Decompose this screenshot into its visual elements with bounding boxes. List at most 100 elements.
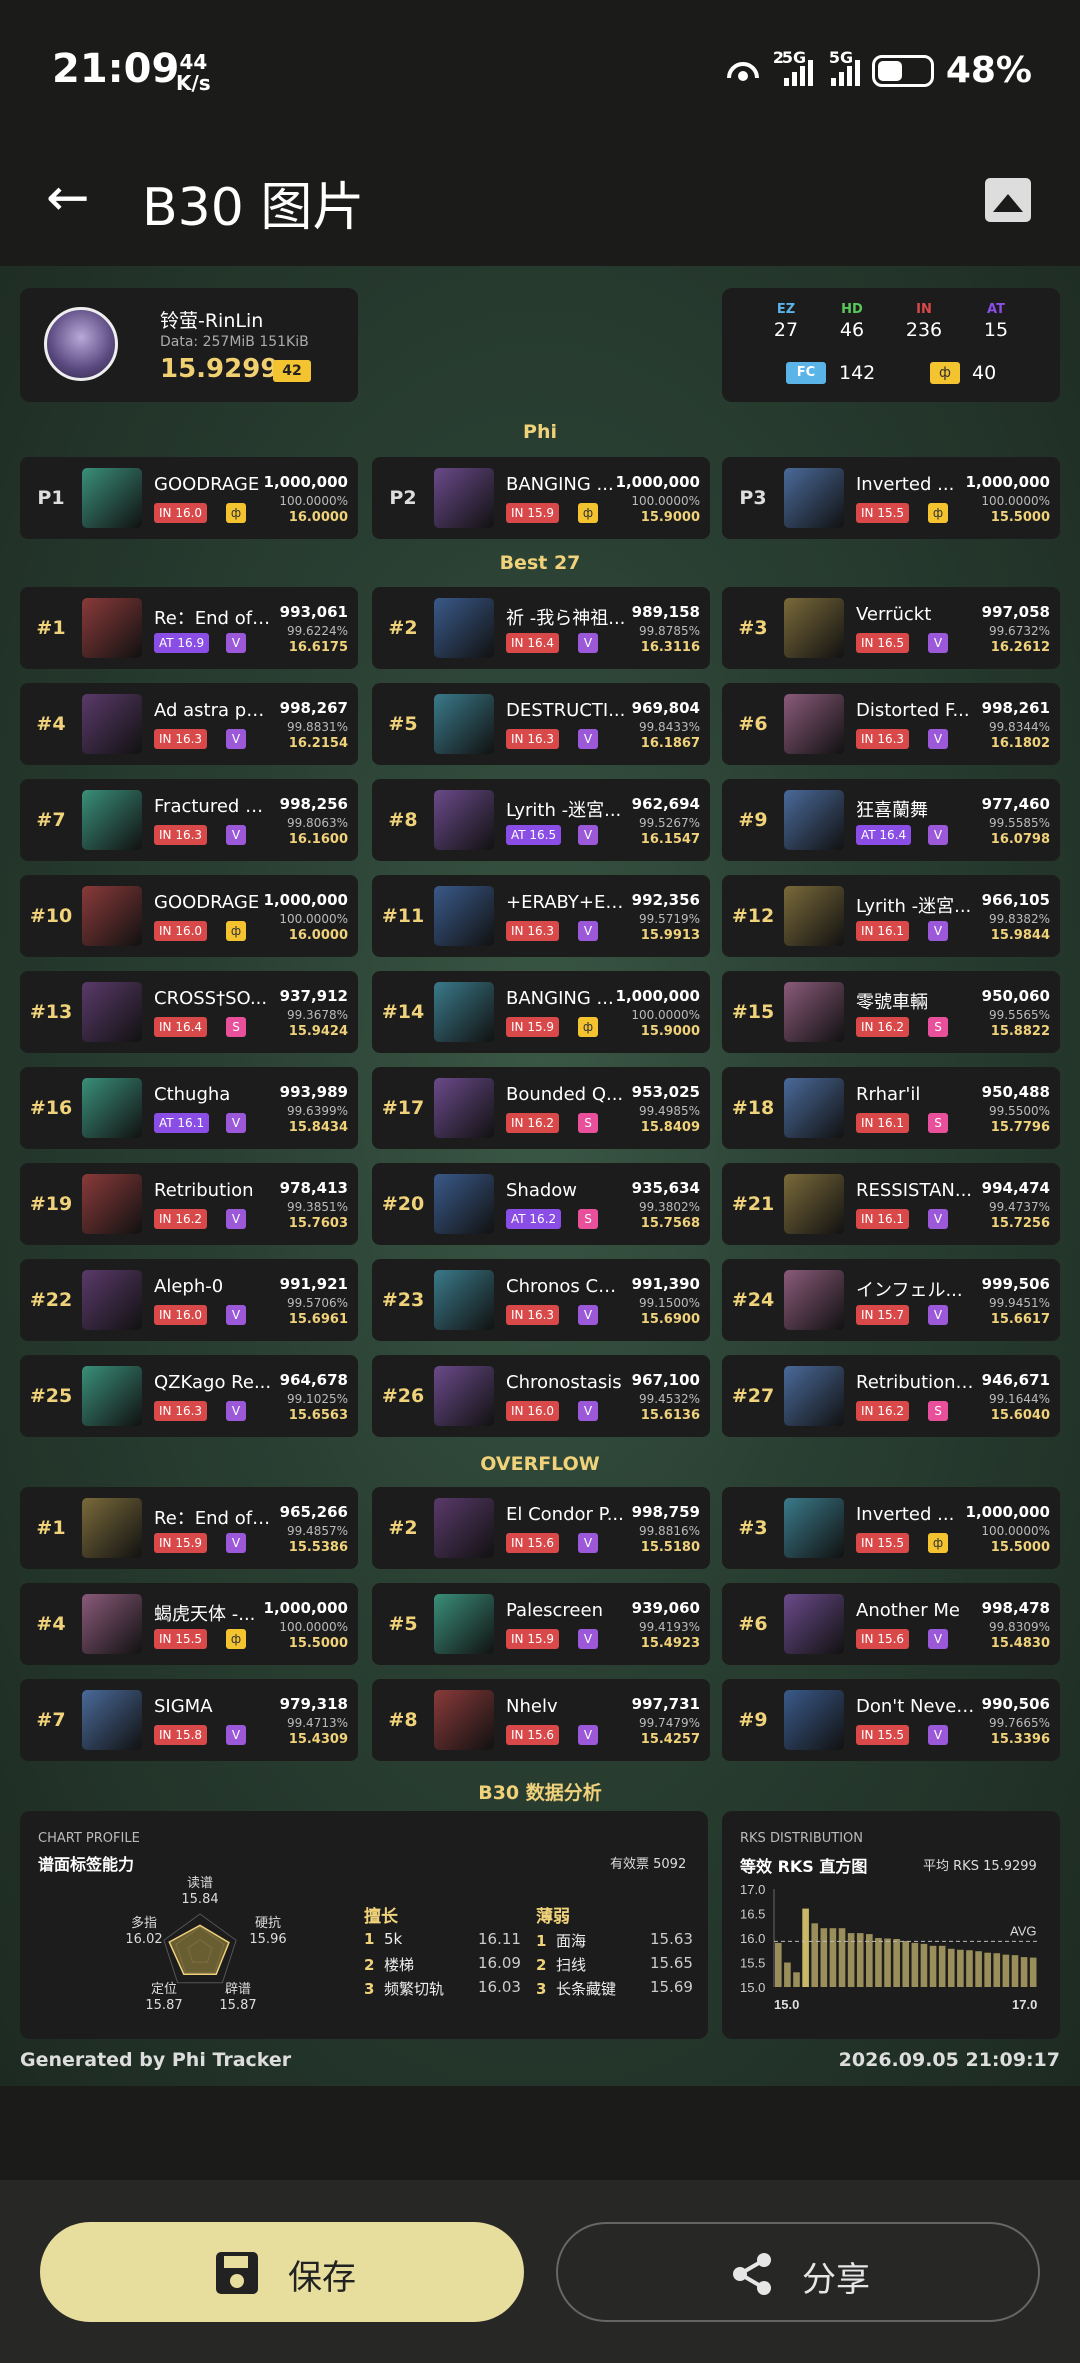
song-name: Chronostasis (506, 1372, 622, 1393)
grade-badge: V (578, 825, 598, 845)
song-jacket (434, 982, 494, 1042)
song-score: 998,478 (981, 1599, 1050, 1617)
overflow-tile[interactable]: #8 Nhelv 997,731 99.7479% 15.4257 IN 15.6 V (372, 1679, 710, 1761)
song-rank: #6 (738, 713, 768, 735)
best-tile[interactable]: #10 GOODRAGE 1,000,000 100.0000% 16.0000 IN 1… (20, 875, 358, 957)
best-tile[interactable]: #7 Fractured A... 998,256 99.8063% 16.1600 IN… (20, 779, 358, 861)
image-icon[interactable] (985, 178, 1031, 222)
signal-icon: 2 (773, 48, 784, 86)
best-tile[interactable]: #8 Lyrith -迷宮... 962,694 99.5267% 16.1547 AT … (372, 779, 710, 861)
song-jacket (82, 790, 142, 850)
difficulty-badge: IN 15.6 (506, 1533, 560, 1553)
best-tile[interactable]: #18 Rrhar'il 950,488 99.5500% 15.7796 IN 16.1… (722, 1067, 1060, 1149)
song-rks: 16.0798 (990, 832, 1050, 847)
best-tile[interactable]: #19 Retribution 978,413 99.3851% 15.7603 IN 1… (20, 1163, 358, 1245)
grade-badge: V (928, 921, 948, 941)
section-analysis: B30 数据分析 (478, 1782, 602, 1804)
song-score: 998,256 (279, 795, 348, 813)
grade-badge: ф (226, 1629, 246, 1649)
best-tile[interactable]: #22 Aleph-0 991,921 99.5706% 15.6961 IN 16.0 V (20, 1259, 358, 1341)
song-acc: 99.8785% (638, 624, 700, 638)
song-acc: 99.5500% (988, 1104, 1050, 1118)
best-tile[interactable]: #1 Re：End of ... 993,061 99.6224% 16.6175 AT … (20, 587, 358, 669)
strong-tag-value: 16.09 (478, 1954, 521, 1972)
song-name: BANGING ... (506, 988, 614, 1009)
best-tile[interactable]: #4 Ad astra pe... 998,267 99.8831% 16.2154 IN… (20, 683, 358, 765)
best-tile[interactable]: #17 Bounded Q... 953,025 99.4985% 15.8409 IN … (372, 1067, 710, 1149)
overflow-tile[interactable]: #2 El Condor P... 998,759 99.8816% 15.5180 IN… (372, 1487, 710, 1569)
best-tile[interactable]: #20 Shadow 935,634 99.3802% 15.7568 AT 16.2 S (372, 1163, 710, 1245)
status-icons: 2 5G 5G 48% (723, 48, 1032, 91)
song-rks: 16.0000 (288, 510, 348, 525)
song-name: El Condor P... (506, 1504, 624, 1525)
radar-area (168, 1924, 230, 1976)
song-rks: 15.3396 (990, 1732, 1050, 1747)
best-tile[interactable]: #15 零號車輛 950,060 99.5565% 15.8822 IN 16.2 S (722, 971, 1060, 1053)
best-tile[interactable]: #11 +ERABY+E ... 992,356 99.5719% 15.9913 IN … (372, 875, 710, 957)
save-button[interactable]: 保存 (40, 2222, 524, 2322)
chart-profile-votes: 有效票 5092 (610, 1857, 687, 1872)
best-tile[interactable]: #3 Verrückt 997,058 99.6732% 16.2612 IN 16.5 V (722, 587, 1060, 669)
grade-badge: V (928, 1725, 948, 1745)
best-tile[interactable]: #12 Lyrith -迷宮... 966,105 99.8382% 15.9844 IN… (722, 875, 1060, 957)
song-score: 950,060 (981, 987, 1050, 1005)
grade-badge: V (226, 1725, 246, 1745)
song-score: 964,678 (279, 1371, 348, 1389)
best-tile[interactable]: #16 Cthugha 993,989 99.6399% 15.8434 AT 16.1 V (20, 1067, 358, 1149)
overflow-tile[interactable]: #3 Inverted ... 1,000,000 100.0000% 15.5000 I… (722, 1487, 1060, 1569)
best-tile[interactable]: #26 Chronostasis 967,100 99.4532% 15.6136 IN … (372, 1355, 710, 1437)
overflow-tile[interactable]: #6 Another Me 998,478 99.8309% 15.4830 IN 15.… (722, 1583, 1060, 1665)
best-tile[interactable]: #25 QZKago Re... 964,678 99.1025% 15.6563 IN … (20, 1355, 358, 1437)
overflow-tile[interactable]: #5 Palescreen 939,060 99.4193% 15.4923 IN 15.… (372, 1583, 710, 1665)
best-tile[interactable]: #13 CROSS†SO... 937,912 99.3678% 15.9424 IN 1… (20, 971, 358, 1053)
histogram-bar (993, 1953, 1001, 1987)
phi-tile[interactable]: P2 BANGING ... 1,000,000 100.0000% 15.9000 IN… (372, 457, 710, 539)
section-best: Best 27 (499, 552, 581, 574)
song-rks: 15.9000 (640, 1024, 700, 1039)
difficulty-badge: IN 15.5 (154, 1629, 208, 1649)
phi-tile[interactable]: P3 Inverted ... 1,000,000 100.0000% 15.5000 I… (722, 457, 1060, 539)
difficulty-badge: IN 15.8 (154, 1725, 208, 1745)
song-jacket (784, 694, 844, 754)
share-button[interactable]: 分享 (556, 2222, 1040, 2322)
song-rank: #17 (381, 1097, 425, 1119)
best-tile[interactable]: #9 狂喜蘭舞 977,460 99.5585% 16.0798 AT 16.4 V (722, 779, 1060, 861)
best-tile[interactable]: #21 RESSISTAN... 994,474 99.4737% 15.7256 IN … (722, 1163, 1060, 1245)
best-tile[interactable]: #2 祈 -我ら神祖... 989,158 99.8785% 16.3116 IN 16.… (372, 587, 710, 669)
song-jacket (82, 468, 142, 528)
x-tick: 17.0 (1012, 1997, 1037, 2012)
weak-tag-value: 15.65 (650, 1954, 693, 1972)
song-name: Rrhar'il (856, 1084, 921, 1105)
song-acc: 100.0000% (279, 494, 348, 508)
best-tile[interactable]: #24 インフェル... 999,506 99.9451% 15.6617 IN 15.7… (722, 1259, 1060, 1341)
best-tile[interactable]: #27 Retribution ... 946,671 99.1644% 15.6040… (722, 1355, 1060, 1437)
best-tile[interactable]: #14 BANGING ... 1,000,000 100.0000% 15.9000 I… (372, 971, 710, 1053)
overflow-tile[interactable]: #4 蝎虎天体 -... 1,000,000 100.0000% 15.5000 IN 1… (20, 1583, 358, 1665)
song-jacket (784, 1270, 844, 1330)
back-arrow-icon[interactable]: ← (46, 172, 90, 224)
share-label: 分享 (802, 2260, 870, 2300)
difficulty-badge: IN 15.5 (856, 1533, 910, 1553)
difficulty-badge: AT 16.9 (154, 633, 210, 653)
song-acc: 99.7665% (988, 1716, 1050, 1730)
best-tile[interactable]: #23 Chronos Col... 991,390 99.1500% 15.6900 I… (372, 1259, 710, 1341)
grade-badge: ф (928, 1533, 948, 1553)
best-tile[interactable]: #6 Distorted F... 998,261 99.8344% 16.1802 IN… (722, 683, 1060, 765)
grade-badge: V (928, 825, 948, 845)
song-score: 966,105 (981, 891, 1050, 909)
avg-label: AVG (1010, 1923, 1037, 1938)
histogram-bar (829, 1928, 837, 1987)
difficulty-badge: IN 15.5 (856, 503, 910, 523)
difficulty-badge: IN 15.6 (506, 1725, 560, 1745)
best-tile[interactable]: #5 DESTRUCTI... 969,804 99.8433% 16.1867 IN 1… (372, 683, 710, 765)
song-rks: 15.5386 (288, 1540, 348, 1555)
song-acc: 99.8309% (988, 1620, 1050, 1634)
overflow-tile[interactable]: #9 Don't Never... 990,506 99.7665% 15.3396 IN… (722, 1679, 1060, 1761)
song-rks: 15.4309 (288, 1732, 348, 1747)
histogram-bar (838, 1928, 846, 1987)
song-rks: 16.1802 (990, 736, 1050, 751)
phi-tile[interactable]: P1 GOODRAGE 1,000,000 100.0000% 16.0000 IN 16… (20, 457, 358, 539)
overflow-tile[interactable]: #1 Re：End of ... 965,266 99.4857% 15.5386 IN … (20, 1487, 358, 1569)
song-jacket (434, 468, 494, 528)
overflow-tile[interactable]: #7 SIGMA 979,318 99.4713% 15.4309 IN 15.8 V (20, 1679, 358, 1761)
